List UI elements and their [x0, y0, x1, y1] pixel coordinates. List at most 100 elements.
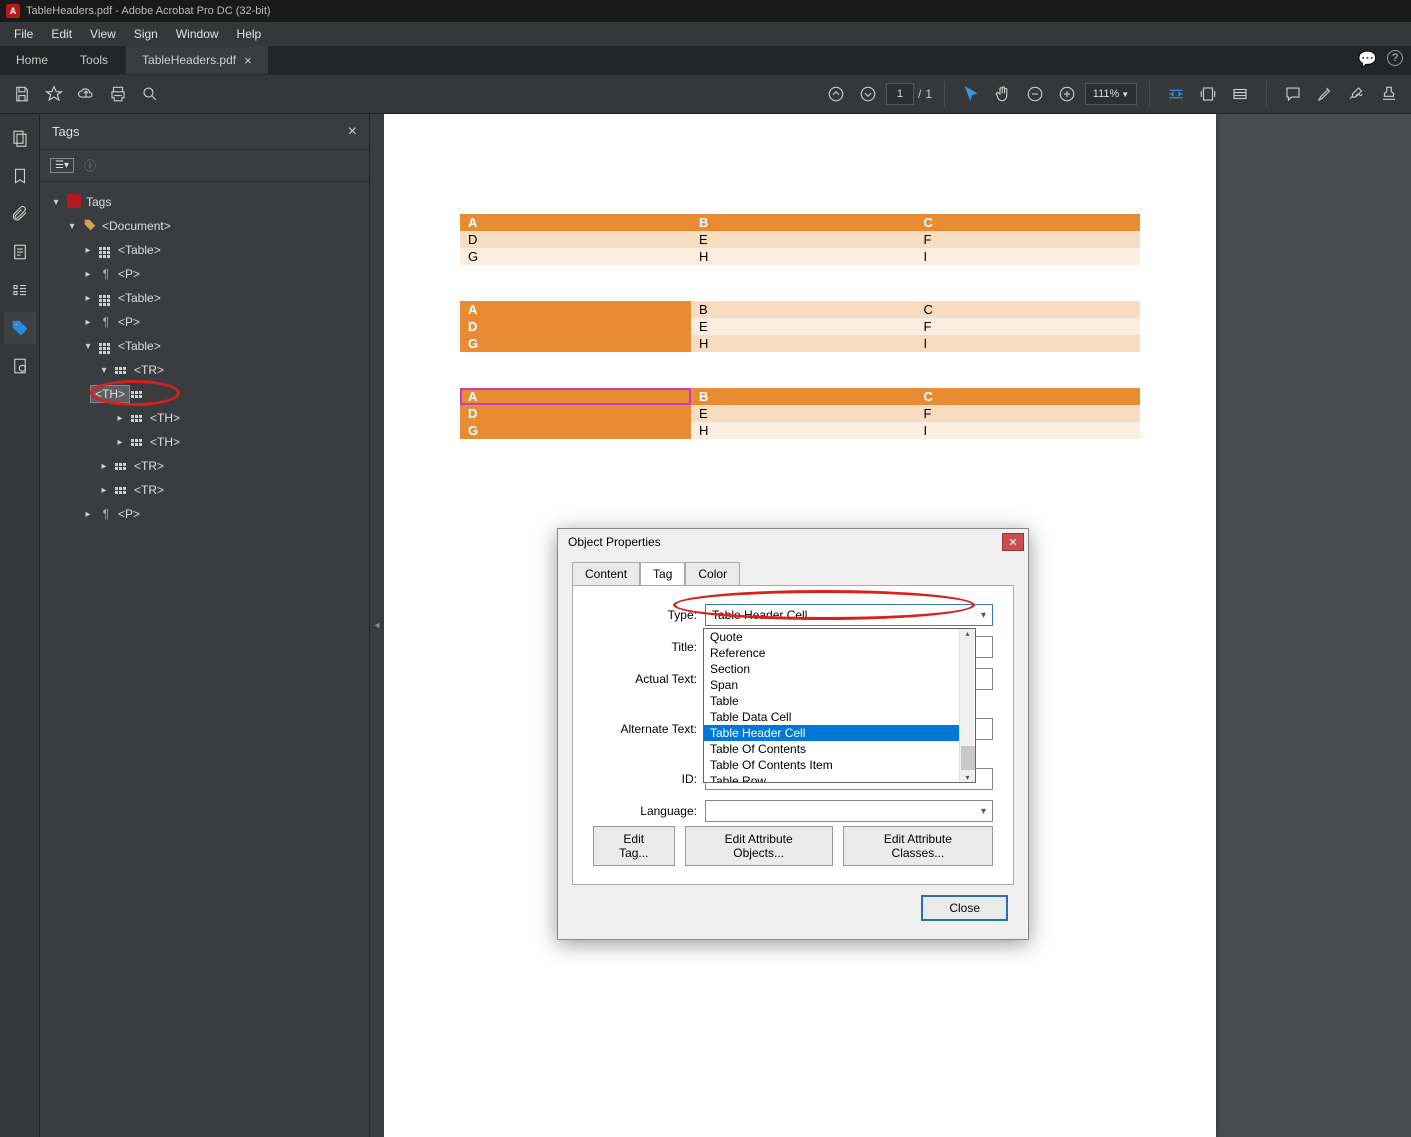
tab-home[interactable]: Home: [0, 46, 64, 74]
zoom-out-icon[interactable]: [1021, 80, 1049, 108]
tab-tools[interactable]: Tools: [64, 46, 124, 74]
tree-table-3[interactable]: <Table>: [118, 339, 161, 353]
menu-sign[interactable]: Sign: [126, 24, 166, 44]
tree-p-2[interactable]: <P>: [118, 315, 140, 329]
doc-table-2: ABC DEF GHI: [460, 301, 1140, 352]
tree-th-1-selected[interactable]: <TH>: [50, 382, 369, 406]
panel-options-icon[interactable]: ☰▾: [50, 158, 74, 173]
type-dropdown-list[interactable]: Quote Reference Section Span Table Table…: [703, 628, 976, 783]
label-id: ID:: [593, 772, 697, 786]
label-language: Language:: [593, 804, 697, 818]
attachments-icon[interactable]: [4, 198, 36, 230]
zoom-level[interactable]: 111%▼: [1085, 83, 1137, 105]
dd-span[interactable]: Span: [704, 677, 975, 693]
menu-view[interactable]: View: [82, 24, 124, 44]
dd-table[interactable]: Table: [704, 693, 975, 709]
comment-icon[interactable]: [1279, 80, 1307, 108]
tree-tr-1[interactable]: <TR>: [134, 363, 164, 377]
edit-attr-classes-button[interactable]: Edit Attribute Classes...: [843, 826, 993, 866]
dd-reference[interactable]: Reference: [704, 645, 975, 661]
dialog-tab-tag[interactable]: Tag: [640, 562, 685, 586]
dd-toc[interactable]: Table Of Contents: [704, 741, 975, 757]
app-icon: A: [6, 4, 20, 18]
fit-width-icon[interactable]: [1162, 80, 1190, 108]
read-mode-icon[interactable]: [1226, 80, 1254, 108]
page-up-icon[interactable]: [822, 80, 850, 108]
tags-tree[interactable]: Tags <Document> <Table> ¶<P> <Table> ¶<P…: [40, 182, 369, 1137]
dialog-close-icon[interactable]: ✕: [1002, 533, 1024, 551]
object-properties-dialog: Object Properties ✕ Content Tag Color Ty…: [557, 528, 1029, 940]
page-sep: /: [918, 87, 921, 101]
star-icon[interactable]: [40, 80, 68, 108]
hand-icon[interactable]: [989, 80, 1017, 108]
tree-tags-root[interactable]: Tags: [86, 195, 111, 209]
tree-document[interactable]: <Document>: [102, 219, 171, 233]
panel-info-icon[interactable]: ⓘ: [84, 157, 96, 174]
tree-table-2[interactable]: <Table>: [118, 291, 161, 305]
menu-edit[interactable]: Edit: [43, 24, 80, 44]
tab-document[interactable]: TableHeaders.pdf ×: [126, 46, 268, 74]
panel-splitter[interactable]: [370, 114, 384, 1137]
page-total: 1: [925, 87, 932, 101]
signature-icon[interactable]: [1343, 80, 1371, 108]
notifications-icon[interactable]: 💬: [1358, 50, 1377, 68]
label-alt-text: Alternate Text:: [593, 722, 697, 736]
content-icon[interactable]: [4, 236, 36, 268]
save-icon[interactable]: [8, 80, 36, 108]
order-icon[interactable]: [4, 274, 36, 306]
menu-help[interactable]: Help: [229, 24, 270, 44]
tree-tr-3[interactable]: <TR>: [134, 483, 164, 497]
tree-table-1[interactable]: <Table>: [118, 243, 161, 257]
window-title: TableHeaders.pdf - Adobe Acrobat Pro DC …: [26, 5, 271, 17]
label-type: Type:: [593, 608, 697, 622]
dialog-title: Object Properties: [568, 535, 661, 549]
panel-title: Tags: [52, 124, 79, 139]
tab-document-label: TableHeaders.pdf: [142, 53, 236, 67]
page-number-input[interactable]: [886, 83, 914, 105]
menu-file[interactable]: File: [6, 24, 41, 44]
tree-p-3[interactable]: <P>: [118, 507, 140, 521]
print-icon[interactable]: [104, 80, 132, 108]
tree-tr-2[interactable]: <TR>: [134, 459, 164, 473]
left-sidebar: [0, 114, 40, 1137]
label-title: Title:: [593, 640, 697, 654]
menubar: File Edit View Sign Window Help: [0, 22, 1411, 46]
help-icon[interactable]: ?: [1387, 50, 1403, 66]
edit-tag-button[interactable]: Edit Tag...: [593, 826, 675, 866]
menu-window[interactable]: Window: [168, 24, 227, 44]
tree-p-1[interactable]: <P>: [118, 267, 140, 281]
dd-toc-item[interactable]: Table Of Contents Item: [704, 757, 975, 773]
zoom-in-icon[interactable]: [1053, 80, 1081, 108]
dd-table-data-cell[interactable]: Table Data Cell: [704, 709, 975, 725]
dd-quote[interactable]: Quote: [704, 629, 975, 645]
tree-th-2[interactable]: <TH>: [150, 411, 180, 425]
accessibility-icon[interactable]: [4, 350, 36, 382]
cloud-icon[interactable]: [72, 80, 100, 108]
tree-th-3[interactable]: <TH>: [150, 435, 180, 449]
type-combobox[interactable]: Table Header Cell▾: [705, 604, 993, 626]
bookmarks-icon[interactable]: [4, 160, 36, 192]
edit-attr-objects-button[interactable]: Edit Attribute Objects...: [685, 826, 833, 866]
dd-table-row[interactable]: Table Row: [704, 773, 975, 783]
dd-table-header-cell[interactable]: Table Header Cell: [704, 725, 975, 741]
tabbar: Home Tools TableHeaders.pdf × 💬 ?: [0, 46, 1411, 74]
tags-icon[interactable]: [4, 312, 36, 344]
dialog-tab-color[interactable]: Color: [685, 562, 740, 586]
pointer-icon[interactable]: [957, 80, 985, 108]
dropdown-scrollbar[interactable]: ▴▾: [959, 629, 975, 782]
toolbar: / 1 111%▼: [0, 74, 1411, 114]
close-button[interactable]: Close: [921, 895, 1008, 921]
dd-section[interactable]: Section: [704, 661, 975, 677]
doc-table-3: ABC DEF GHI: [460, 388, 1140, 439]
page-down-icon[interactable]: [854, 80, 882, 108]
dialog-tab-content[interactable]: Content: [572, 562, 640, 586]
panel-close-icon[interactable]: ×: [348, 123, 357, 141]
stamp-icon[interactable]: [1375, 80, 1403, 108]
search-icon[interactable]: [136, 80, 164, 108]
close-icon[interactable]: ×: [244, 53, 252, 68]
fit-page-icon[interactable]: [1194, 80, 1222, 108]
thumbnails-icon[interactable]: [4, 122, 36, 154]
label-actual-text: Actual Text:: [593, 672, 697, 686]
highlight-icon[interactable]: [1311, 80, 1339, 108]
selected-cell: A: [460, 388, 691, 405]
